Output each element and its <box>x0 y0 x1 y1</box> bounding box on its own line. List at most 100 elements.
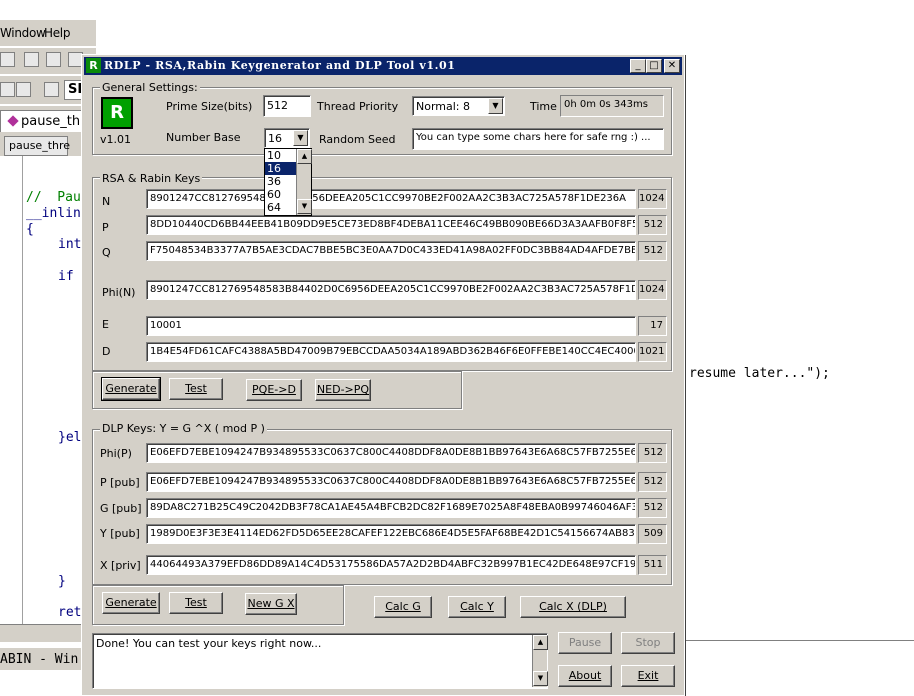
code-line-tail: resume later..."); <box>689 366 830 381</box>
rsa-generate-button[interactable]: Generate <box>101 377 161 401</box>
calc-y-button[interactable]: Calc Y <box>448 596 506 618</box>
pqe-to-d-button[interactable]: PQE->D <box>246 379 302 401</box>
dlp-phi-field[interactable]: E06EFD7EBE1094247B934895533C0637C800C440… <box>146 443 636 463</box>
rsa-q-bits: 512 <box>638 241 667 261</box>
time-label: Time <box>530 100 557 113</box>
code-line: // Pau <box>26 190 81 205</box>
function-icon <box>7 115 19 127</box>
thread-priority-label: Thread Priority <box>317 100 399 113</box>
dlp-keys-label: DLP Keys: Y = G ^X ( mod P ) <box>100 422 267 435</box>
general-settings-label: General Settings: <box>100 81 200 94</box>
random-seed-label: Random Seed <box>319 133 396 146</box>
toolbar-icon[interactable] <box>46 52 61 67</box>
rsa-n-bits: 1024 <box>638 189 667 209</box>
titlebar[interactable]: R RDLP - RSA,Rabin Keygenerator and DLP … <box>84 57 682 75</box>
log-textarea[interactable]: Done! You can test your keys right now..… <box>92 633 548 689</box>
code-line: __inlin <box>26 206 81 221</box>
function-combo[interactable]: pause_th <box>0 110 88 132</box>
dlp-p-bits: 512 <box>638 472 667 492</box>
toolbar-icon[interactable] <box>24 52 39 67</box>
rdlp-dialog: R RDLP - RSA,Rabin Keygenerator and DLP … <box>81 54 685 696</box>
dlp-p-label: P [pub] <box>100 476 140 489</box>
thread-priority-value: Normal: 8 <box>416 100 471 113</box>
rsa-test-button[interactable]: Test <box>169 378 223 400</box>
toolbar-icon[interactable] <box>0 52 15 67</box>
code-line: { <box>26 222 34 237</box>
rsa-q-field[interactable]: F75048534B3377A7B5AE3CDAC7BBE5BC3E0AA7D0… <box>146 241 636 261</box>
scroll-up-icon[interactable]: ▲ <box>533 635 548 650</box>
number-base-dropdown[interactable]: 10 16 36 60 64 ▲ ▼ <box>264 148 312 216</box>
dropdown-scrollbar[interactable]: ▲ ▼ <box>296 149 312 215</box>
number-base-label: Number Base <box>166 131 241 144</box>
rsa-e-field[interactable]: 10001 <box>146 316 636 336</box>
scroll-down-icon[interactable]: ▼ <box>533 671 548 686</box>
rsa-phi-field[interactable]: 8901247CC812769548583B84402D0C6956DEEA20… <box>146 280 636 300</box>
rsa-phi-bits: 1024 <box>638 280 667 300</box>
rsa-keys-label: RSA & Rabin Keys <box>100 172 203 185</box>
dlp-x-bits: 511 <box>638 555 667 575</box>
log-text: Done! You can test your keys right now..… <box>96 637 322 650</box>
exit-button[interactable]: Exit <box>621 665 675 687</box>
calc-g-button[interactable]: Calc G <box>374 596 432 618</box>
maximize-icon[interactable]: □ <box>646 59 662 73</box>
minimize-icon[interactable]: _ <box>630 59 646 73</box>
new-g-x-button[interactable]: New G X <box>245 593 297 615</box>
ned-to-pq-button[interactable]: NED->PQ <box>315 379 371 401</box>
file-tab[interactable]: pause_thre <box>4 136 70 156</box>
code-line: ret <box>58 605 82 620</box>
dlp-generate-button[interactable]: Generate <box>102 592 160 614</box>
rsa-q-label: Q <box>102 246 111 259</box>
calc-x-dlp-button[interactable]: Calc X (DLP) <box>520 596 626 618</box>
editor-hscroll-track <box>684 627 914 641</box>
close-icon[interactable]: ✕ <box>664 59 680 73</box>
scroll-up-icon[interactable]: ▲ <box>297 149 312 164</box>
scroll-down-icon[interactable]: ▼ <box>297 199 312 214</box>
about-button[interactable]: About <box>558 665 612 687</box>
chevron-down-icon[interactable]: ▼ <box>488 98 503 114</box>
thread-priority-select[interactable]: Normal: 8 ▼ <box>412 96 505 116</box>
status-text: ABIN - Win <box>0 652 79 667</box>
rdlp-logo: R <box>101 97 133 129</box>
function-combo-label: pause_th <box>21 114 81 129</box>
app-icon: R <box>86 58 101 73</box>
dlp-y-label: Y [pub] <box>100 527 140 540</box>
dlp-g-bits: 512 <box>638 498 667 518</box>
dlp-y-bits: 509 <box>638 524 667 544</box>
dlp-x-field[interactable]: 44064493A379EFD86DD89A14C4D53175586DA57A… <box>146 555 636 575</box>
dlp-phi-label: Phi(P) <box>100 447 132 460</box>
dlp-g-field[interactable]: 89DA8C271B25C49C2042DB3F78CA1AE45A4BFCB2… <box>146 498 636 518</box>
menu-help[interactable]: Help <box>44 26 70 40</box>
rsa-p-field[interactable]: 8DD10440CD6BB44EEB41B09DD9E5CE73ED8BF4DE… <box>146 215 636 235</box>
rsa-d-field[interactable]: 1B4E54FD61CAFC4388A5BD47009B79EBCCDAA503… <box>146 342 636 362</box>
pause-button[interactable]: Pause <box>558 632 612 654</box>
dlp-y-field[interactable]: 1989D0E3F3E3E4114ED62FD5D65EE28CAFEF122E… <box>146 524 636 544</box>
time-value: 0h 0m 0s 343ms <box>560 95 664 117</box>
rsa-e-bits: 17 <box>638 316 667 336</box>
dlp-x-label: X [priv] <box>100 559 141 572</box>
rsa-n-field[interactable]: 8901247CC81276954852D0C6956DEEA205C1CC99… <box>146 189 636 209</box>
version-label: v1.01 <box>100 133 132 146</box>
code-line: if <box>58 269 74 284</box>
chevron-down-icon[interactable]: ▼ <box>293 130 308 146</box>
rsa-p-bits: 512 <box>638 215 667 235</box>
prime-size-label: Prime Size(bits) <box>166 100 253 113</box>
stop-button[interactable]: Stop <box>621 632 675 654</box>
random-seed-input[interactable]: You can type some chars here for safe rn… <box>412 128 664 150</box>
rsa-n-label: N <box>102 195 111 208</box>
rsa-e-label: E <box>102 318 109 331</box>
menu-window[interactable]: Window <box>0 26 46 40</box>
prime-size-input[interactable]: 512 <box>263 95 311 117</box>
number-base-select[interactable]: 16 ▼ <box>264 128 310 148</box>
toolbar-icon[interactable] <box>0 82 15 97</box>
log-scrollbar[interactable]: ▲ ▼ <box>532 635 548 687</box>
dlp-test-button[interactable]: Test <box>169 592 223 614</box>
toolbar-icon[interactable] <box>16 82 31 97</box>
rsa-phi-label: Phi(N) <box>102 286 136 299</box>
rsa-d-bits: 1021 <box>638 342 667 362</box>
rsa-p-label: P <box>102 221 109 234</box>
toolbar-icon[interactable] <box>44 82 59 97</box>
code-line: } <box>58 574 66 589</box>
number-base-value: 16 <box>268 132 282 145</box>
dlp-p-field[interactable]: E06EFD7EBE1094247B934895533C0637C800C440… <box>146 472 636 492</box>
rsa-d-label: D <box>102 345 111 358</box>
